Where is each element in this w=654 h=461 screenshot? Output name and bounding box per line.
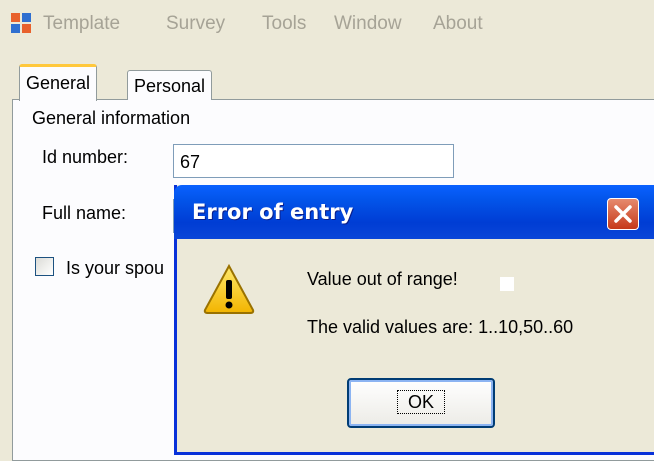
close-button[interactable] [607,198,639,230]
text-cursor [500,277,514,291]
ok-button[interactable]: OK [347,378,495,428]
group-title: General information [32,108,191,128]
dialog-titlebar[interactable]: Error of entry [174,185,654,239]
ok-button-label: OK [396,390,445,414]
error-message: Value out of range! [307,269,458,289]
full-name-label: Full name: [42,203,127,223]
menu-bar: Template Survey Tools Window About [0,0,654,50]
spouse-label: Is your spou [66,258,165,278]
tab-general[interactable]: General [19,64,98,101]
tab-personal[interactable]: Personal [127,70,213,100]
app-icon [11,13,31,33]
id-number-field[interactable]: 67 [173,144,454,178]
menu-template[interactable]: Template [43,13,120,35]
dialog-title: Error of entry [192,200,354,224]
menu-tools[interactable]: Tools [262,13,306,35]
warning-icon [203,263,255,314]
menu-window[interactable]: Window [334,13,402,35]
valid-values-message: The valid values are: 1..10,50..60 [307,317,574,337]
menu-survey[interactable]: Survey [166,13,225,35]
id-number-label: Id number: [42,147,129,167]
close-icon [614,205,632,223]
menu-about[interactable]: About [433,13,483,35]
spouse-checkbox[interactable] [35,257,54,276]
error-dialog: Error of entry Value out of range! The v… [174,185,654,455]
